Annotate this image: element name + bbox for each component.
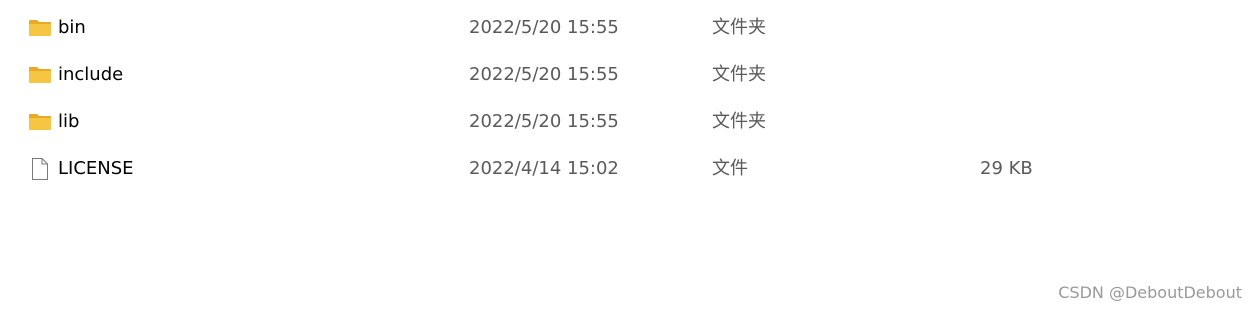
folder-icon (28, 111, 52, 133)
file-date: 2022/5/20 15:55 (469, 17, 619, 38)
file-date: 2022/4/14 15:02 (469, 158, 619, 179)
file-row-bin[interactable]: bin 2022/5/20 15:55 文件夹 (0, 5, 1100, 52)
file-row-include[interactable]: include 2022/5/20 15:55 文件夹 (0, 52, 1100, 99)
file-icon (28, 158, 52, 180)
file-date: 2022/5/20 15:55 (469, 64, 619, 85)
folder-icon (28, 64, 52, 86)
file-name: bin (58, 17, 86, 38)
file-name: lib (58, 111, 80, 132)
file-list: bin 2022/5/20 15:55 文件夹 include 2022/5/2… (0, 5, 1256, 193)
file-name: include (58, 64, 124, 85)
folder-icon (28, 17, 52, 39)
file-type: 文件夹 (712, 64, 766, 85)
file-type: 文件夹 (712, 17, 766, 38)
file-row-lib[interactable]: lib 2022/5/20 15:55 文件夹 (0, 99, 1100, 146)
file-date: 2022/5/20 15:55 (469, 111, 619, 132)
file-size: 29 KB (980, 158, 1033, 179)
file-row-license[interactable]: LICENSE 2022/4/14 15:02 文件 29 KB (0, 146, 1100, 193)
file-type: 文件 (712, 158, 748, 179)
file-name: LICENSE (58, 158, 134, 179)
file-type: 文件夹 (712, 111, 766, 132)
watermark-text: CSDN @DeboutDebout (1058, 283, 1242, 302)
